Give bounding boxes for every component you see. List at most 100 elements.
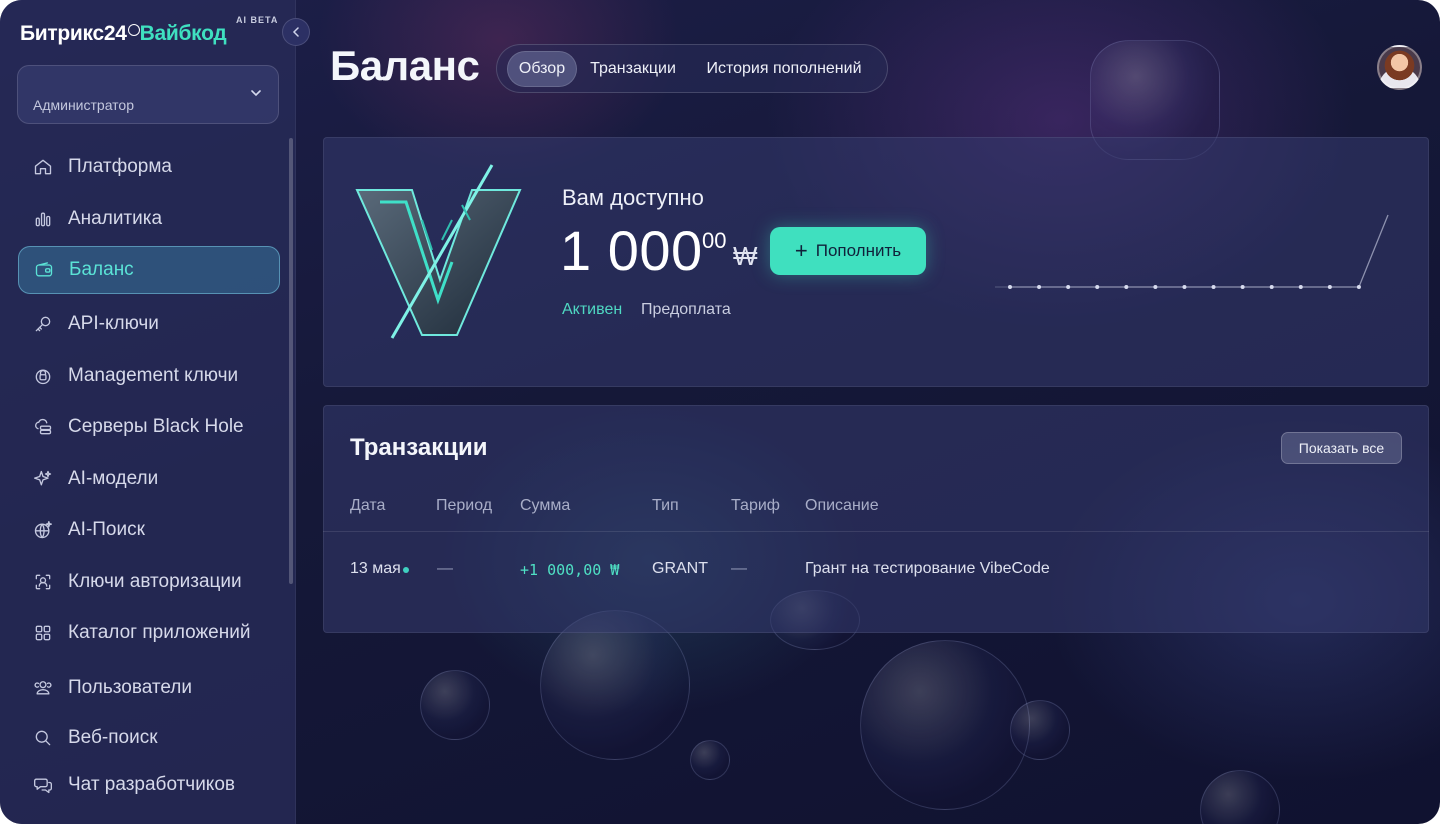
wallet-icon [33,259,55,281]
sidebar-item-api-keys[interactable]: API-ключи [18,300,280,348]
sidebar-item-label: Баланс [69,259,134,280]
table-divider [323,531,1429,532]
sidebar-item-web-search[interactable]: Веб-поиск [18,714,280,762]
sidebar-item-label: AI-модели [68,468,159,489]
key-icon [32,313,54,335]
role-select[interactable]: Администратор [17,65,279,124]
brand-name-bitrix: Битрикс24 [20,22,127,45]
column-header-amount[interactable]: Сумма [520,497,570,515]
sidebar-item-label: Ключи авторизации [68,571,242,592]
cell-type: GRANT [652,560,708,577]
sidebar-item-platform[interactable]: Платформа [18,143,280,191]
column-header-description[interactable]: Описание [805,497,879,515]
user-scan-icon [32,571,54,593]
cloud-server-icon [32,416,54,438]
balance-amount: 1 000 [560,219,703,282]
role-select-value: Администратор [33,97,135,113]
cell-tariff: — [731,560,747,577]
balance-cents: 00 [702,228,727,253]
sidebar-item-ai-models[interactable]: AI-модели [18,455,280,503]
chat-icon [32,774,54,796]
sparkline-point [1269,285,1274,289]
ai-beta-badge: AI BETA [236,15,279,25]
sparkline-line [1010,214,1389,288]
sidebar-item-label: Аналитика [68,208,163,229]
sidebar-item-label: Веб-поиск [68,727,158,748]
sidebar-item-label: Каталог приложений [68,622,251,643]
sidebar-item-label: Платформа [68,156,172,177]
sparkline-point [1124,285,1129,289]
sidebar-item-management-keys[interactable]: Management ключи [18,352,280,400]
sidebar-item-ai-search[interactable]: AI-Поиск [18,506,280,554]
grid-icon [32,622,54,644]
tab-bar: Обзор Транзакции История пополнений [496,44,888,93]
clock-icon [127,24,140,36]
sparkline-point [1211,285,1216,289]
sidebar-item-label: Чат разработчиков [68,774,235,795]
tab-topup-history[interactable]: История пополнений [693,51,875,87]
billing-type: Предоплата [641,301,731,318]
sidebar-item-auth-keys[interactable]: Ключи авторизации [18,558,280,606]
sparkle-icon [32,468,54,490]
cell-amount: +1 000,00 ₩ [520,561,620,579]
users-icon [32,677,54,699]
column-header-date[interactable]: Дата [350,497,385,515]
sparkline-point [1066,285,1071,289]
cell-date: 13 мая [350,560,401,577]
app-window: Битрикс24 Вайбкод AI BETA Администратор П… [0,0,1440,824]
sidebar: Битрикс24 Вайбкод AI BETA Администратор П… [0,0,296,824]
sparkline-point [1037,285,1042,289]
tab-overview[interactable]: Обзор [507,51,577,87]
column-header-type[interactable]: Тип [652,497,679,515]
brand-logo[interactable]: Битрикс24 Вайбкод [20,22,227,46]
column-header-period[interactable]: Период [436,497,492,515]
background-bubble [1200,770,1280,824]
topup-button-label: Пополнить [815,241,902,260]
status-badge: Активен [562,301,623,318]
sparkline-point [1095,285,1100,289]
sidebar-item-label: AI-Поиск [68,519,145,540]
chevron-left-icon [292,27,299,37]
sparkline-point [1008,285,1012,289]
sidebar-item-users[interactable]: Пользователи [18,664,280,712]
sidebar-item-label: API-ключи [68,313,159,334]
background-bubble [860,640,1030,810]
topup-button[interactable]: + Пополнить [770,227,926,275]
sparkline-point [1240,285,1245,289]
sidebar-item-balance[interactable]: Баланс [18,246,280,294]
collapse-sidebar-button[interactable] [282,18,310,46]
column-header-tariff[interactable]: Тариф [731,497,780,515]
transactions-card [323,405,1429,633]
sidebar-item-label: Серверы Black Hole [68,416,244,437]
currency-symbol: ₩ [733,241,758,271]
sidebar-item-analytics[interactable]: Аналитика [18,195,280,243]
transactions-title: Транзакции [350,434,488,461]
new-indicator-dot [403,567,409,573]
avatar[interactable] [1377,45,1422,90]
home-icon [32,156,54,178]
cell-period: — [437,560,453,577]
background-bubble [1010,700,1070,760]
page-title: Баланс [330,42,480,89]
sidebar-scrollbar[interactable] [289,138,293,584]
vibecode-logo-icon [355,164,522,339]
sparkline-point [1356,285,1361,289]
background-bubble [420,670,490,740]
sparkline-point [1298,285,1303,289]
sparkline-point [1327,285,1332,289]
plus-icon: + [794,238,808,263]
sidebar-item-app-catalog[interactable]: Каталог приложений [18,609,280,657]
sidebar-item-dev-chat[interactable]: Чат разработчиков [18,761,280,809]
sparkline-point [1153,285,1158,289]
sidebar-item-servers[interactable]: Серверы Black Hole [18,403,280,451]
show-all-button[interactable]: Показать все [1281,432,1402,464]
available-label: Вам доступно [562,185,704,210]
search-icon [32,727,54,749]
sidebar-item-label: Management ключи [68,365,239,386]
sparkline-point [1182,285,1187,289]
chevron-down-icon [250,86,262,101]
sidebar-item-label: Пользователи [68,677,193,698]
background-bubble [690,740,730,780]
tab-transactions[interactable]: Транзакции [581,51,685,87]
balance-sparkline [995,214,1389,289]
